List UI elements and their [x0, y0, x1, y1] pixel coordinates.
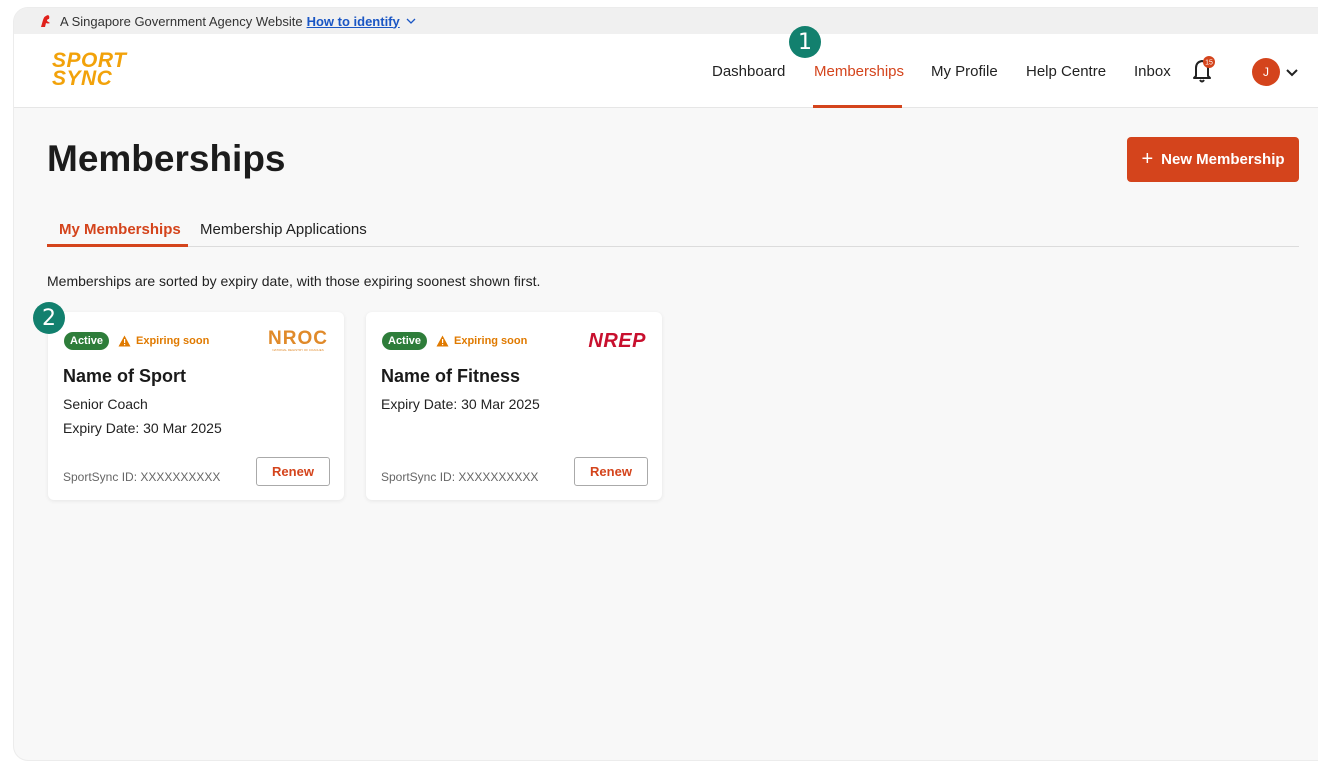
chevron-down-icon[interactable]	[1285, 65, 1299, 79]
sportsync-logo[interactable]: SPORT SYNC	[52, 50, 126, 90]
nav-memberships[interactable]: Memberships	[814, 63, 904, 80]
nav-active-indicator	[813, 105, 902, 108]
user-avatar[interactable]: J	[1252, 58, 1280, 86]
nav-my-profile[interactable]: My Profile	[931, 63, 998, 80]
top-navbar: SPORT SYNC Dashboard Memberships My Prof…	[14, 34, 1318, 108]
nrep-logo: NREP	[588, 330, 646, 352]
membership-card[interactable]: Active Expiring soon NROC NATIONAL REGIS…	[48, 312, 344, 500]
new-membership-label: New Membership	[1161, 151, 1285, 168]
chevron-down-icon[interactable]	[405, 15, 417, 27]
expiring-label: Expiring soon	[136, 335, 210, 347]
warning-icon	[118, 335, 131, 347]
nav-dashboard[interactable]: Dashboard	[712, 63, 785, 80]
membership-card[interactable]: Active Expiring soon NREP Name of Fitnes…	[366, 312, 662, 500]
renew-button[interactable]: Renew	[574, 457, 648, 486]
warning-icon	[436, 335, 449, 347]
expiring-warning: Expiring soon	[118, 332, 209, 350]
membership-role: Senior Coach	[63, 396, 148, 412]
new-membership-button[interactable]: + New Membership	[1127, 137, 1299, 182]
membership-expiry: Expiry Date: 30 Mar 2025	[381, 396, 540, 412]
notification-bell-icon[interactable]: 15	[1190, 56, 1216, 84]
lion-crest-icon	[41, 15, 50, 27]
how-to-identify-link[interactable]: How to identify	[307, 14, 400, 29]
plus-icon: +	[1141, 148, 1154, 170]
status-badge: Active	[64, 332, 110, 350]
membership-title: Name of Sport	[63, 366, 187, 386]
app-window: A Singapore Government Agency Website Ho…	[14, 8, 1318, 760]
nroc-logo-text: NROC	[268, 328, 328, 349]
annotation-marker-2: 2	[33, 302, 65, 334]
nav-inbox[interactable]: Inbox	[1134, 63, 1171, 80]
nav-help-centre[interactable]: Help Centre	[1026, 63, 1106, 80]
renew-button[interactable]: Renew	[256, 457, 330, 486]
sportsync-id: SportSync ID: XXXXXXXXXX	[381, 470, 539, 484]
nroc-logo: NROC NATIONAL REGISTRY OF COACHES	[268, 328, 328, 352]
status-badge: Active	[382, 332, 428, 350]
logo-line-2: SYNC	[52, 67, 113, 90]
expiring-label: Expiring soon	[454, 335, 528, 347]
gov-banner: A Singapore Government Agency Website Ho…	[14, 8, 1318, 34]
tab-active-indicator	[47, 244, 188, 247]
membership-tabs: My Memberships Membership Applications	[47, 211, 1299, 247]
nroc-logo-subtext: NATIONAL REGISTRY OF COACHES	[272, 348, 324, 352]
expiring-warning: Expiring soon	[436, 332, 527, 350]
gov-banner-text: A Singapore Government Agency Website	[60, 13, 303, 29]
tab-my-memberships[interactable]: My Memberships	[59, 221, 181, 238]
membership-title: Name of Fitness	[381, 366, 521, 386]
annotation-marker-1: 1	[789, 26, 821, 58]
notification-count: 15	[1205, 60, 1213, 67]
membership-expiry: Expiry Date: 30 Mar 2025	[63, 420, 222, 436]
page-title: Memberships	[47, 138, 286, 179]
tab-membership-applications[interactable]: Membership Applications	[200, 221, 367, 238]
sportsync-id: SportSync ID: XXXXXXXXXX	[63, 470, 221, 484]
sort-note: Memberships are sorted by expiry date, w…	[47, 273, 541, 289]
